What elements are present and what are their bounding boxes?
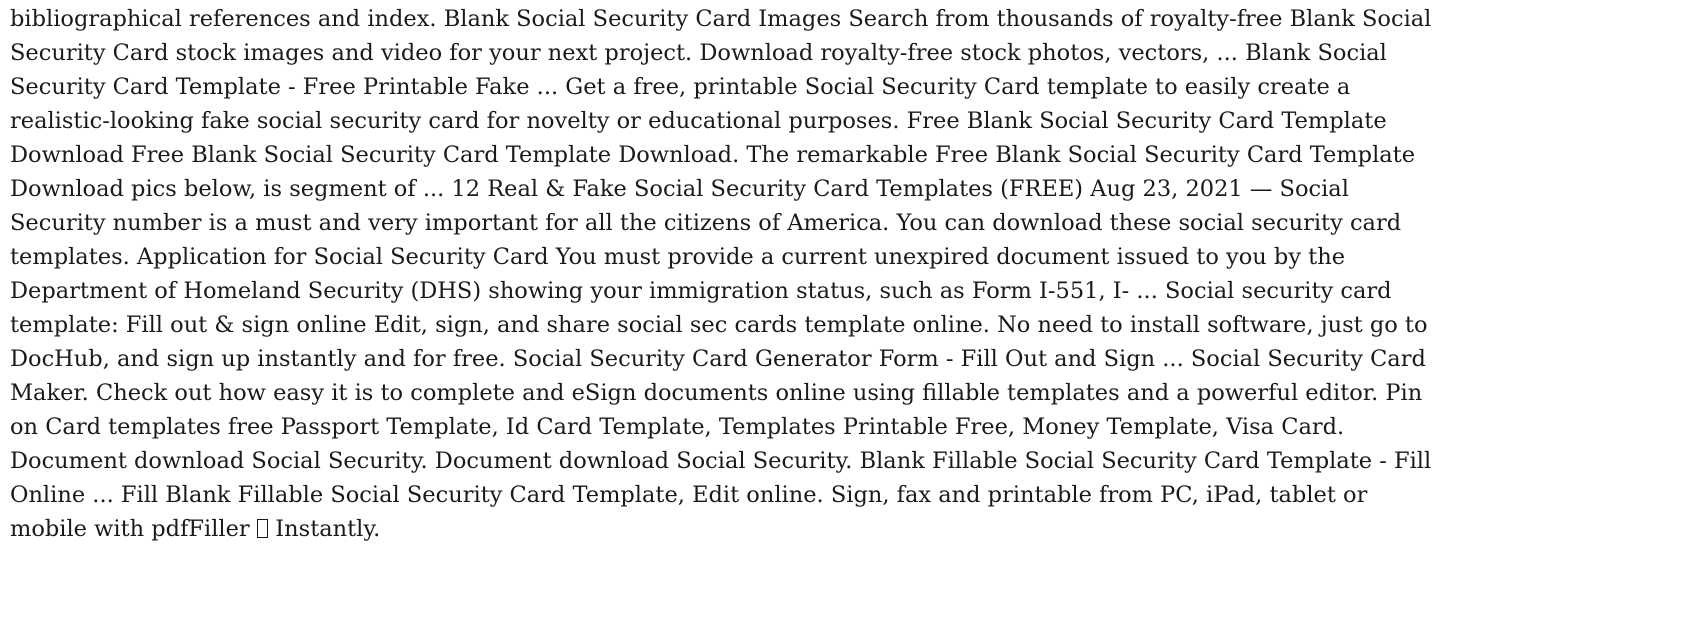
body-paragraph: bibliographical references and index. Bl… [10, 2, 1695, 546]
document-page: bibliographical references and index. Bl… [0, 0, 1705, 620]
text-line-last: mobile with pdfFiller Instantly. [10, 512, 1695, 546]
missing-glyph-icon [256, 518, 269, 538]
last-line-start: mobile with pdfFiller [10, 516, 250, 542]
text-line: on Card templates free Passport Template… [10, 414, 1345, 440]
text-line: Security Card Template - Free Printable … [10, 74, 1351, 100]
text-line: template: Fill out & sign online Edit, s… [10, 312, 1428, 338]
text-line: Security Card stock images and video for… [10, 40, 1387, 66]
text-line: bibliographical references and index. Bl… [10, 6, 1432, 32]
text-line: DocHub, and sign up instantly and for fr… [10, 346, 1426, 372]
text-line: Online ... Fill Blank Fillable Social Se… [10, 482, 1368, 508]
text-line: Download Free Blank Social Security Card… [10, 142, 1416, 168]
text-line: Security number is a must and very impor… [10, 210, 1402, 236]
text-line: realistic-looking fake social security c… [10, 108, 1387, 134]
text-line: Document download Social Security. Docum… [10, 448, 1432, 474]
text-line: templates. Application for Social Securi… [10, 244, 1346, 270]
text-line: Maker. Check out how easy it is to compl… [10, 380, 1423, 406]
text-line: Department of Homeland Security (DHS) sh… [10, 278, 1392, 304]
last-line-end: Instantly. [275, 516, 381, 542]
text-line: Download pics below, is segment of ... 1… [10, 176, 1349, 202]
